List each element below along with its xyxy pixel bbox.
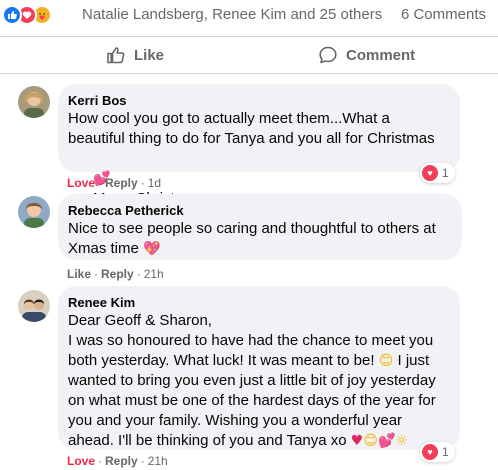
comment-reaction-badge[interactable]: ♥ 1 (420, 442, 455, 462)
comment-author[interactable]: Rebecca Petherick (68, 202, 450, 219)
comments-count[interactable]: 6 Comments (401, 6, 486, 23)
comment-author[interactable]: Kerri Bos (68, 92, 448, 109)
comment-timestamp[interactable]: 1d (148, 176, 161, 190)
like-button[interactable]: Like (106, 37, 164, 73)
like-reaction-icon (2, 5, 22, 25)
like-button-label: Like (134, 46, 165, 64)
comment-meta: Love · Reply · 1d (67, 176, 162, 190)
comment-button[interactable]: Comment (318, 37, 415, 73)
avatar[interactable] (18, 290, 50, 322)
reactors-list[interactable]: Natalie Landsberg, Renee Kim and 25 othe… (82, 6, 382, 23)
comment-reaction-badge[interactable]: ♥ 1 (420, 163, 455, 183)
comment-timestamp[interactable]: 21h (148, 454, 168, 468)
comment-button-label: Comment (346, 46, 416, 64)
like-action[interactable]: Like (67, 267, 91, 281)
smiling-face-icon: 😊 (363, 433, 378, 449)
comment-bubble: Renee Kim Dear Geoff & Sharon, I was so … (58, 286, 460, 450)
love-reaction-icon: ♥ (422, 444, 438, 460)
two-hearts-icon: 💕 (377, 433, 396, 449)
sparkle-icon: ☼ (395, 433, 408, 449)
comment-bubble: Kerri Bos How cool you got to actually m… (58, 84, 460, 227)
heart-icon: ♥ (350, 433, 364, 449)
post-action-bar: Like Comment (0, 36, 498, 74)
comment-text: How cool you got to actually meet them..… (68, 110, 435, 147)
reaction-icons[interactable] (2, 5, 66, 25)
reply-action[interactable]: Reply (105, 176, 138, 190)
love-action[interactable]: Love (67, 176, 95, 190)
comment-meta: Like · Reply · 21h (67, 267, 164, 281)
comment-meta: Love · Reply · 21h (67, 454, 168, 468)
speech-bubble-icon (319, 46, 337, 64)
comment-text: Dear Geoff & Sharon, I was so honoured t… (68, 312, 436, 449)
love-action[interactable]: Love (67, 454, 95, 468)
thumbs-up-icon (107, 47, 125, 64)
comment-author[interactable]: Renee Kim (68, 294, 448, 311)
comment-bubble: Rebecca Petherick Nice to see people so … (58, 194, 462, 260)
comment-text: Nice to see people so caring and thought… (68, 220, 436, 257)
heart-icon: 💖 (143, 241, 161, 257)
reply-action[interactable]: Reply (105, 454, 138, 468)
comment-timestamp[interactable]: 21h (144, 267, 164, 281)
love-reaction-icon: ♥ (422, 165, 438, 181)
reply-action[interactable]: Reply (101, 267, 134, 281)
reactions-summary: Natalie Landsberg, Renee Kim and 25 othe… (0, 0, 498, 30)
smiling-face-icon: 😊 (378, 353, 394, 369)
avatar[interactable] (18, 196, 50, 228)
avatar[interactable] (18, 86, 50, 118)
